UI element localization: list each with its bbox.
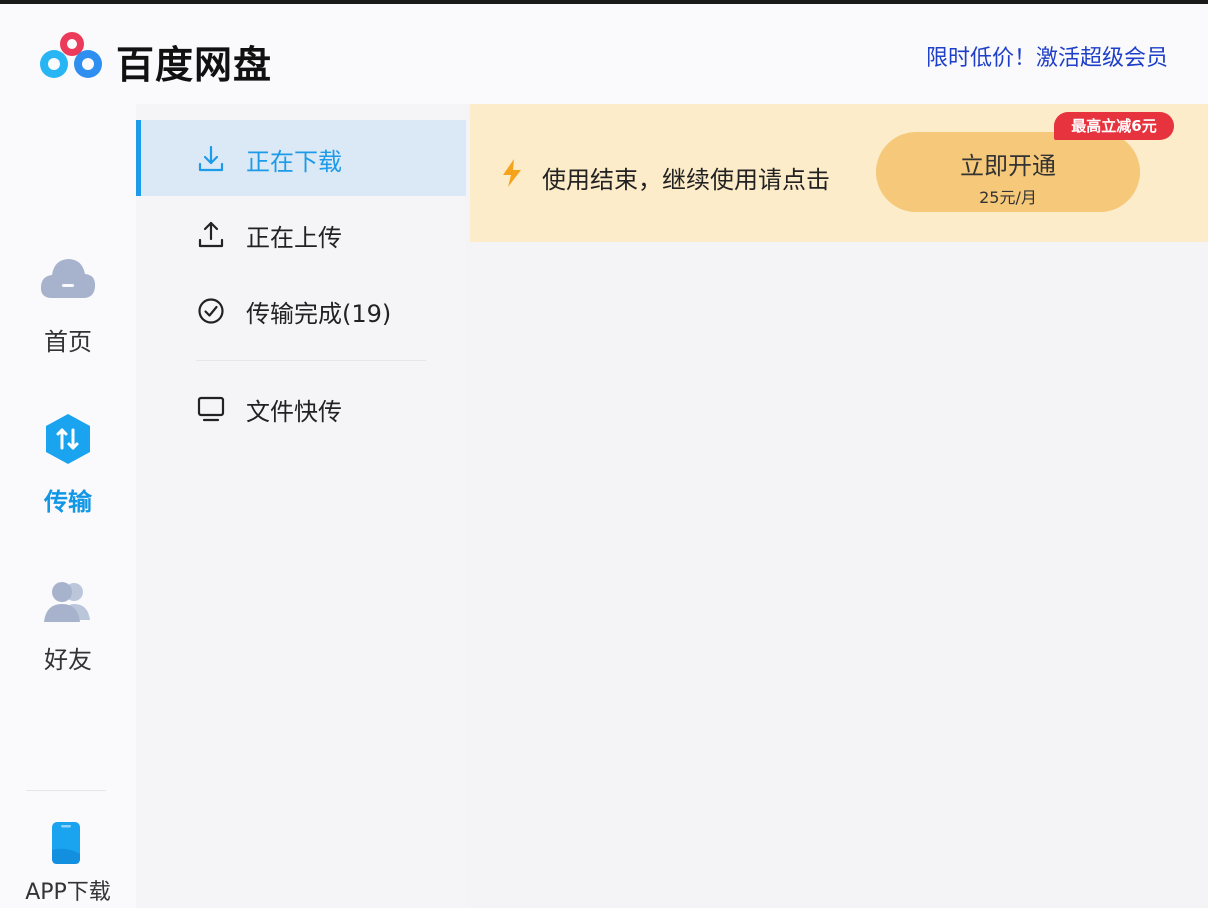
menu-label-downloading: 正在下载 [246,148,342,176]
app-download-button[interactable]: APP下载 [0,820,136,908]
membership-banner: 使用结束，继续使用请点击 立即开通 25元/月 最高立减6元 [470,104,1208,242]
upload-icon [198,221,224,248]
friends-icon [44,582,90,622]
app-title: 百度网盘 [116,43,273,87]
menu-item-fast-share[interactable]: 文件快传 [136,370,466,446]
nav-label-home: 首页 [44,328,92,356]
menu-label-completed: 传输完成(19) [246,300,392,328]
transfer-icon [46,414,90,464]
nav-rail: 首页 传输 好友 APP下载 [0,104,136,908]
discount-badge: 最高立减6元 [1054,112,1174,140]
activate-now-label: 立即开通 [960,152,1056,180]
baidu-netdisk-logo-icon [40,32,102,78]
phone-icon [52,822,80,864]
transfer-menu: 正在下载 正在上传 传输完成(19) 文件快传 [136,104,466,908]
nav-label-transfer: 传输 [44,488,92,516]
transfer-content: 使用结束，继续使用请点击 立即开通 25元/月 最高立减6元 [466,104,1208,908]
rail-divider [26,790,106,791]
lightning-icon [503,159,521,187]
menu-item-downloading[interactable]: 正在下载 [136,120,466,196]
download-icon [198,145,224,172]
banner-message: 使用结束，继续使用请点击 [542,166,830,194]
menu-label-uploading: 正在上传 [246,224,342,252]
check-circle-icon [198,298,224,324]
activate-price: 25元/月 [979,188,1037,207]
nav-item-transfer[interactable]: 传输 [0,410,136,550]
app-download-label: APP下载 [25,880,111,905]
app-header: 百度网盘 限时低价！激活超级会员 [0,4,1208,104]
nav-item-friends[interactable]: 好友 [0,574,136,714]
menu-divider [196,360,426,361]
promo-link[interactable]: 限时低价！激活超级会员 [926,40,1168,72]
menu-item-completed[interactable]: 传输完成(19) [136,272,466,348]
monitor-icon [197,396,225,422]
activate-now-button[interactable]: 立即开通 25元/月 [876,132,1140,212]
cloud-home-icon [40,259,96,298]
nav-label-friends: 好友 [44,646,92,674]
nav-item-home[interactable]: 首页 [0,250,136,390]
menu-item-uploading[interactable]: 正在上传 [136,196,466,272]
menu-label-fast-share: 文件快传 [246,398,342,426]
